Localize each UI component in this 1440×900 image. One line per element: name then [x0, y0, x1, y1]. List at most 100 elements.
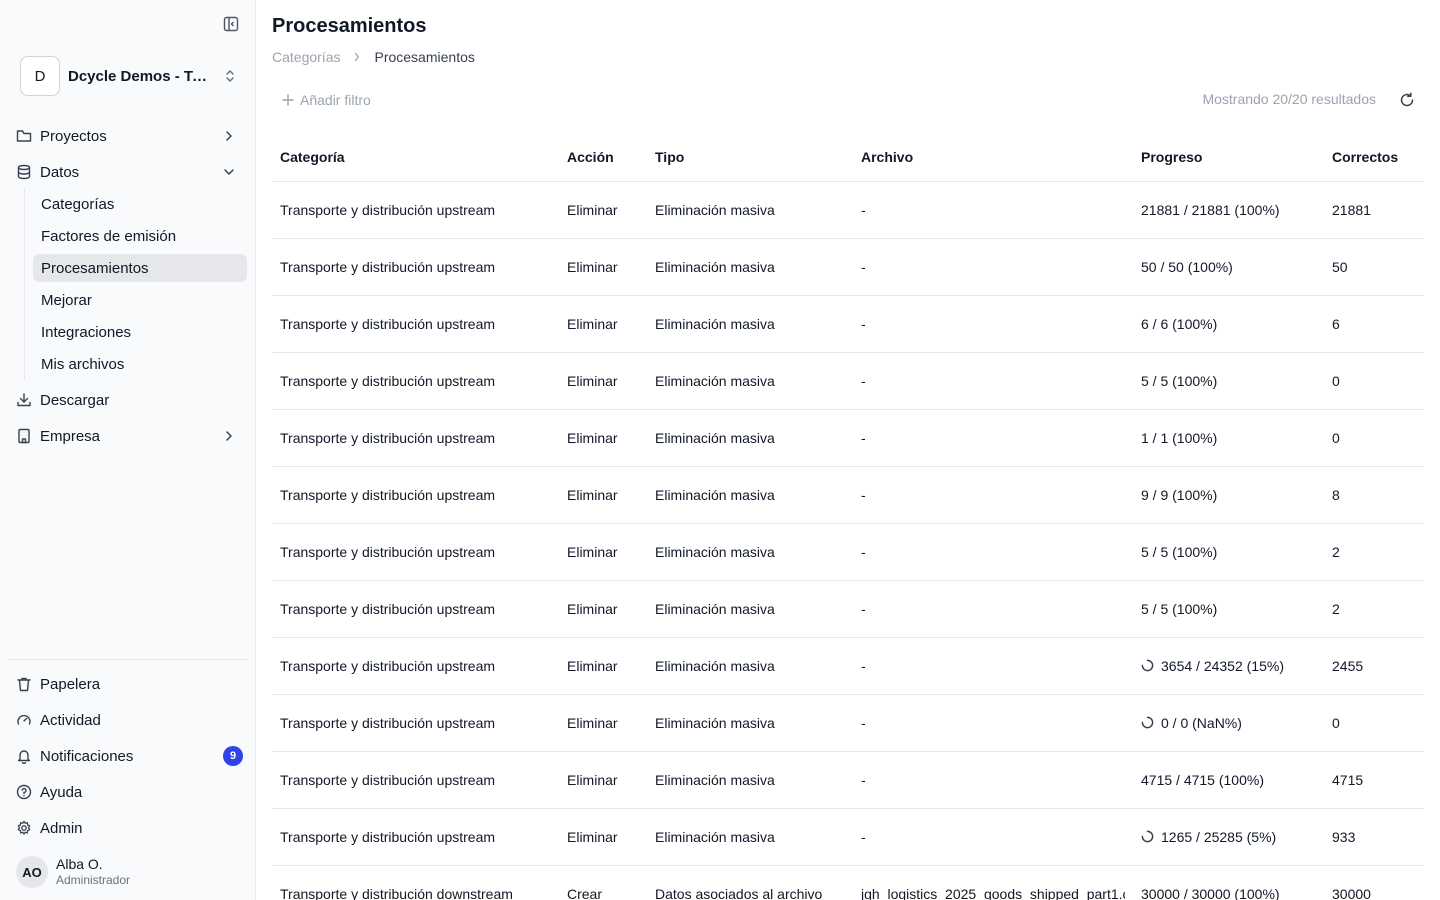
- cell-accion: Eliminar: [559, 580, 647, 638]
- cell-tipo: Eliminación masiva: [647, 295, 853, 353]
- user-menu[interactable]: AO Alba O. Administrador: [16, 856, 130, 888]
- sidebar-subitem-categorias[interactable]: Categorías: [33, 190, 247, 218]
- sidebar-item-papelera[interactable]: Papelera: [16, 670, 240, 698]
- sidebar-item-label: Admin: [40, 819, 83, 837]
- breadcrumb: Categorías Procesamientos: [272, 49, 475, 65]
- archivo-value: -: [861, 828, 866, 845]
- table-row[interactable]: Transporte y distribución upstream Elimin…: [272, 751, 1424, 809]
- table-row[interactable]: Transporte y distribución upstream Elimin…: [272, 352, 1424, 410]
- archivo-value: -: [861, 258, 866, 275]
- cell-categoria: Transporte y distribución upstream: [272, 295, 559, 353]
- progress-value: 1 / 1 (100%): [1141, 429, 1218, 446]
- table-body: Transporte y distribución upstream Elimin…: [272, 181, 1424, 900]
- cell-correctos: 2455: [1324, 637, 1424, 695]
- cell-correctos: 30000: [1324, 865, 1424, 900]
- archivo-value: -: [861, 657, 866, 674]
- table-row[interactable]: Transporte y distribución upstream Elimin…: [272, 181, 1424, 239]
- cell-progreso: 1 / 1 (100%): [1133, 409, 1324, 467]
- sidebar-subitem-mis-archivos[interactable]: Mis archivos: [33, 350, 247, 378]
- progress-value: 1265 / 25285 (5%): [1161, 828, 1277, 845]
- download-icon: [16, 392, 32, 408]
- sidebar-item-empresa[interactable]: Empresa: [16, 422, 240, 450]
- cell-categoria: Transporte y distribución upstream: [272, 409, 559, 467]
- cell-archivo: -: [853, 751, 1133, 809]
- loading-spinner-icon: [1141, 659, 1154, 672]
- cell-accion: Eliminar: [559, 295, 647, 353]
- refresh-icon[interactable]: [1398, 91, 1416, 109]
- organization-switcher[interactable]: D Dcycle Demos - Tu...: [20, 56, 242, 96]
- cell-categoria: Transporte y distribución upstream: [272, 808, 559, 866]
- result-count: Mostrando 20/20 resultados: [1202, 91, 1376, 107]
- progress-value: 21881 / 21881 (100%): [1141, 201, 1280, 218]
- avatar: AO: [16, 856, 48, 888]
- sidebar-item-ayuda[interactable]: Ayuda: [16, 778, 240, 806]
- sidebar-item-admin[interactable]: Admin: [16, 814, 240, 842]
- archivo-value: -: [861, 201, 866, 218]
- table-row[interactable]: Transporte y distribución upstream Elimin…: [272, 238, 1424, 296]
- add-filter-button[interactable]: Añadir filtro: [282, 90, 371, 110]
- sidebar-subitem-factores-emision[interactable]: Factores de emisión: [33, 222, 247, 250]
- sidebar-subitem-procesamientos[interactable]: Procesamientos: [33, 254, 247, 282]
- column-header-tipo[interactable]: Tipo: [647, 134, 853, 182]
- cell-tipo: Eliminación masiva: [647, 637, 853, 695]
- sidebar-item-descargar[interactable]: Descargar: [16, 386, 240, 414]
- cell-tipo: Datos asociados al archivo: [647, 865, 853, 900]
- bell-icon: [16, 748, 32, 764]
- cell-correctos: 6: [1324, 295, 1424, 353]
- column-header-archivo[interactable]: Archivo: [853, 134, 1133, 182]
- cell-archivo: -: [853, 238, 1133, 296]
- sidebar-item-label: Descargar: [40, 391, 110, 409]
- column-header-accion[interactable]: Acción: [559, 134, 647, 182]
- table-row[interactable]: Transporte y distribución upstream Elimin…: [272, 637, 1424, 695]
- sidebar-item-proyectos[interactable]: Proyectos: [16, 122, 240, 150]
- file-link[interactable]: jgh_logistics_2025_goods_shipped_part1.c…: [861, 886, 1125, 900]
- cell-progreso: 1265 / 25285 (5%): [1133, 808, 1324, 866]
- chevron-right-icon: [352, 52, 362, 62]
- cell-correctos: 933: [1324, 808, 1424, 866]
- cell-correctos: 0: [1324, 409, 1424, 467]
- cell-categoria: Transporte y distribución upstream: [272, 751, 559, 809]
- submenu-guide-line: [24, 188, 25, 380]
- breadcrumb-current: Procesamientos: [374, 49, 475, 65]
- sidebar-item-notificaciones[interactable]: Notificaciones 9: [16, 742, 243, 770]
- archivo-value: -: [861, 372, 866, 389]
- sidebar-item-datos[interactable]: Datos: [16, 158, 240, 186]
- table-row[interactable]: Transporte y distribución downstream Crea…: [272, 865, 1424, 900]
- chevron-up-down-icon: [224, 68, 236, 84]
- table-header-row: Categoría Acción Tipo Archivo Progreso C…: [272, 134, 1424, 182]
- cell-tipo: Eliminación masiva: [647, 466, 853, 524]
- sidebar-item-label: Proyectos: [40, 127, 107, 145]
- cell-categoria: Transporte y distribución upstream: [272, 466, 559, 524]
- breadcrumb-link-categorias[interactable]: Categorías: [272, 49, 340, 65]
- cell-correctos: 0: [1324, 694, 1424, 752]
- loading-spinner-icon: [1141, 830, 1154, 843]
- table-row[interactable]: Transporte y distribución upstream Elimin…: [272, 808, 1424, 866]
- cell-tipo: Eliminación masiva: [647, 409, 853, 467]
- gear-icon: [16, 820, 32, 836]
- cell-accion: Eliminar: [559, 181, 647, 239]
- progress-value: 6 / 6 (100%): [1141, 315, 1218, 332]
- sidebar-collapse-icon[interactable]: [222, 16, 240, 32]
- table-row[interactable]: Transporte y distribución upstream Elimin…: [272, 523, 1424, 581]
- cell-correctos: 21881: [1324, 181, 1424, 239]
- sidebar-item-actividad[interactable]: Actividad: [16, 706, 240, 734]
- table-row[interactable]: Transporte y distribución upstream Elimin…: [272, 694, 1424, 752]
- sidebar-item-label: Actividad: [40, 711, 101, 729]
- cell-categoria: Transporte y distribución upstream: [272, 580, 559, 638]
- table-row[interactable]: Transporte y distribución upstream Elimin…: [272, 409, 1424, 467]
- cell-categoria: Transporte y distribución upstream: [272, 352, 559, 410]
- sidebar-subitem-mejorar[interactable]: Mejorar: [33, 286, 247, 314]
- archivo-value: -: [861, 714, 866, 731]
- progress-value: 4715 / 4715 (100%): [1141, 771, 1264, 788]
- column-header-correctos[interactable]: Correctos: [1324, 134, 1424, 182]
- column-header-categoria[interactable]: Categoría: [272, 134, 559, 182]
- processing-table: Categoría Acción Tipo Archivo Progreso C…: [272, 134, 1424, 900]
- cell-accion: Eliminar: [559, 409, 647, 467]
- table-row[interactable]: Transporte y distribución upstream Elimin…: [272, 466, 1424, 524]
- help-circle-icon: [16, 784, 32, 800]
- column-header-progreso[interactable]: Progreso: [1133, 134, 1324, 182]
- cell-correctos: 50: [1324, 238, 1424, 296]
- table-row[interactable]: Transporte y distribución upstream Elimin…: [272, 295, 1424, 353]
- table-row[interactable]: Transporte y distribución upstream Elimin…: [272, 580, 1424, 638]
- sidebar-subitem-integraciones[interactable]: Integraciones: [33, 318, 247, 346]
